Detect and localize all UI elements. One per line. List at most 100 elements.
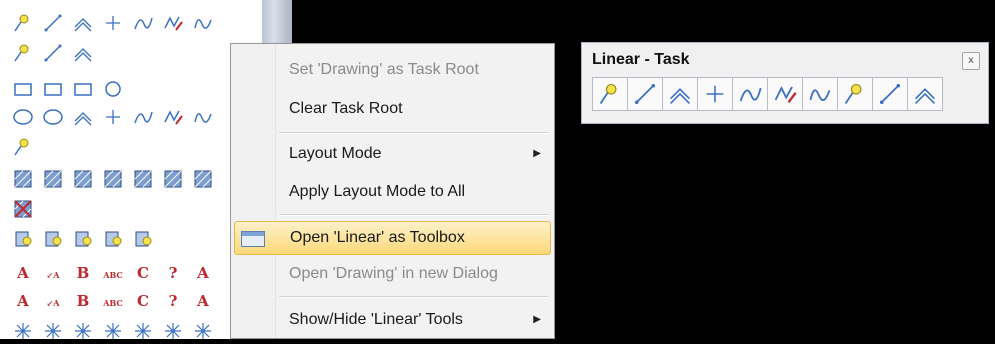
fill-icon[interactable] [12,168,34,190]
circle-icon[interactable] [102,78,124,100]
close-icon[interactable]: x [962,52,980,70]
palette-row: A ↙A B ABC C? A [12,260,214,286]
cell-drop-icon[interactable] [132,228,154,250]
text-a1a-icon[interactable]: B [72,290,94,312]
svg-text:?: ? [169,292,178,310]
edit-pattern-icon[interactable] [192,168,214,190]
arc-angle-icon[interactable] [162,106,184,128]
palette-row [12,104,214,130]
place-point-icon[interactable] [697,77,733,111]
svg-text:A: A [16,292,29,310]
cell-replace-icon[interactable] [102,228,124,250]
menu-item-open-as-toolbox[interactable]: Open 'Linear' as Toolbox [234,221,551,255]
svg-text:C: C [137,292,149,310]
menu-item-set-task-root[interactable]: Set 'Drawing' as Task Root [234,53,551,87]
svg-text:↙A: ↙A [47,298,61,308]
text-number-icon[interactable]: A [12,290,34,312]
svg-text:↙A: ↙A [47,270,61,280]
palette-row [12,76,124,102]
palette-row [12,226,154,252]
toolbox-title: Linear - Task [592,51,690,68]
place-bspline-icon[interactable] [132,12,154,34]
text-note-icon[interactable]: ↙A [42,262,64,284]
modify-arc-icon[interactable] [12,136,34,158]
text-increment-icon[interactable]: ↙A [42,290,64,312]
palette-row [12,196,34,222]
place-multiline-icon[interactable] [662,77,698,111]
menu-item-layout-mode[interactable]: Layout Mode ▶ [234,137,551,171]
cell-identify-icon[interactable] [72,228,94,250]
menu-item-clear-task-root[interactable]: Clear Task Root [234,92,551,126]
menu-item-label: Layout Mode [289,145,382,162]
svg-text:ABC: ABC [102,270,122,280]
svg-text:A: A [196,292,209,310]
place-stream-icon[interactable] [767,77,803,111]
palette-row: A ↙A B ABC C? A [12,288,214,314]
area-pattern-icon[interactable] [132,168,154,190]
construct-angle-icon[interactable] [72,42,94,64]
place-curve-icon[interactable] [802,77,838,111]
construct-angle-icon[interactable] [907,77,943,111]
construct-line-aa-icon[interactable] [42,42,64,64]
arc-icon[interactable] [72,106,94,128]
svg-text:B: B [77,292,90,310]
menu-item-apply-layout-mode[interactable]: Apply Layout Mode to All [234,175,551,209]
cell-select-icon[interactable] [42,228,64,250]
place-bspline-icon[interactable] [732,77,768,111]
place-line-icon[interactable] [627,77,663,111]
ellipse-icon[interactable] [12,106,34,128]
svg-text:B: B [77,264,90,282]
place-multiline-icon[interactable] [72,12,94,34]
linear-task-toolbox[interactable]: Linear - Task x [581,42,989,124]
construct-bisector-icon[interactable] [837,77,873,111]
pattern-icon[interactable] [42,168,64,190]
text-spell-icon[interactable]: ABC [102,262,124,284]
menu-item-open-in-dialog[interactable]: Open 'Drawing' in new Dialog [234,257,551,291]
ellipse-alt-icon[interactable] [42,106,64,128]
place-smartline-icon[interactable] [12,12,34,34]
arc-3pt-icon[interactable] [102,106,124,128]
text-fraction-icon[interactable]: B [72,262,94,284]
place-curve-icon[interactable] [192,12,214,34]
text-field-icon[interactable]: A [192,290,214,312]
rectangle-icon[interactable] [12,78,34,100]
arc-curve-icon[interactable] [192,106,214,128]
text-a2-icon[interactable]: C [132,290,154,312]
palette-row [12,134,34,160]
text-case-icon[interactable]: C [132,262,154,284]
hatch-icon[interactable] [72,168,94,190]
construct-bisector-icon[interactable] [12,42,34,64]
menu-item-show-hide-tools[interactable]: Show/Hide 'Linear' Tools ▶ [234,303,551,337]
text-copy-icon[interactable]: A [192,262,214,284]
menu-item-label: Apply Layout Mode to All [289,183,466,200]
menu-item-label: Open 'Drawing' in new Dialog [289,265,498,282]
palette-row [12,318,214,344]
text-place-icon[interactable]: A [12,262,34,284]
delete-pattern-icon[interactable] [12,198,34,220]
text-abc-icon[interactable]: ? [162,290,184,312]
linear-pattern-icon[interactable] [162,168,184,190]
toolbox-icon [241,231,265,247]
place-point-icon[interactable] [102,12,124,34]
menu-item-label: Show/Hide 'Linear' Tools [289,311,463,328]
shape-icon[interactable] [72,78,94,100]
polygon-icon[interactable] [42,78,64,100]
cell-place-icon[interactable] [12,228,34,250]
palette-row [12,40,94,66]
submenu-arrow-icon: ▶ [533,314,541,325]
place-line-icon[interactable] [42,12,64,34]
crosshatch-icon[interactable] [102,168,124,190]
palette-row [12,10,214,36]
palette-row [12,166,214,192]
svg-text:A: A [196,264,209,282]
menu-separator [279,296,548,298]
place-stream-icon[interactable] [162,12,184,34]
text-a1-icon[interactable]: ABC [102,290,124,312]
place-smartline-icon[interactable] [592,77,628,111]
construct-line-aa-icon[interactable] [872,77,908,111]
arc-edit-icon[interactable] [132,106,154,128]
menu-item-label: Open 'Linear' as Toolbox [290,229,465,246]
text-edit-icon[interactable]: ? [162,262,184,284]
svg-text:C: C [137,264,149,282]
menu-item-label: Clear Task Root [289,100,403,117]
